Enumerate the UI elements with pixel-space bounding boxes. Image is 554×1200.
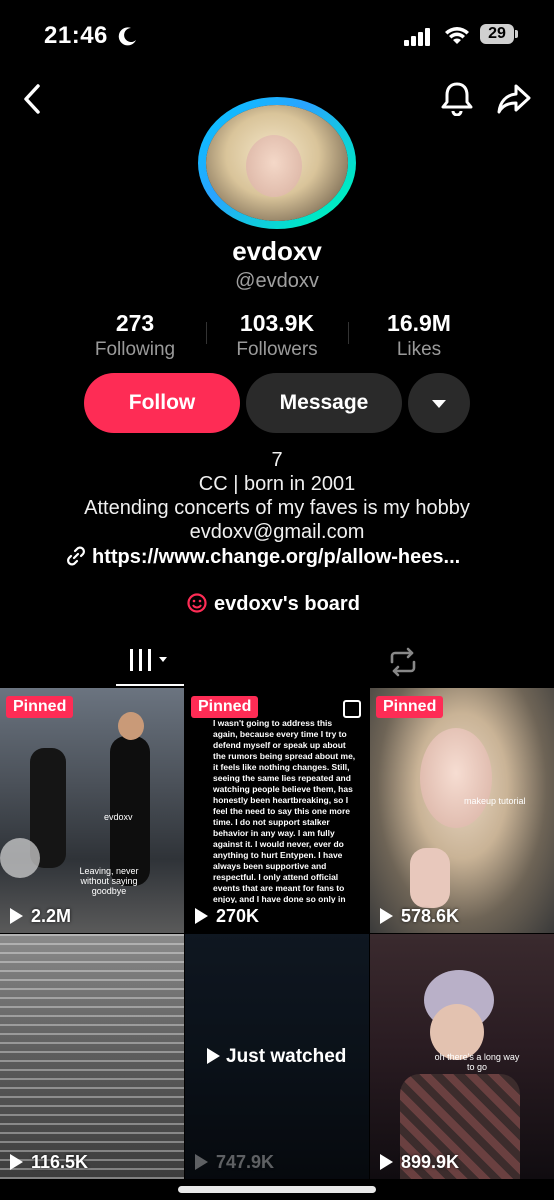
avatar-photo [206, 105, 348, 221]
pinned-badge: Pinned [6, 696, 74, 718]
stat-followers[interactable]: 103.9K Followers [202, 310, 352, 361]
play-icon [380, 908, 393, 924]
photo-carousel-icon [343, 700, 361, 718]
stat-label: Following [94, 339, 176, 360]
cellular-signal-icon [404, 28, 430, 46]
stat-label: Followers [236, 339, 318, 360]
view-count: 899.9K [380, 1152, 459, 1173]
bio-line: 7 [271, 449, 283, 471]
tab-indicator [116, 684, 184, 686]
more-options-button[interactable] [408, 373, 470, 433]
play-icon [380, 1154, 393, 1170]
chevron-down-icon [432, 400, 446, 408]
battery-tip [515, 30, 518, 38]
board-text: evdoxv's board [214, 593, 360, 615]
share-icon[interactable] [496, 82, 532, 116]
stat-likes[interactable]: 16.9M Likes [344, 310, 494, 361]
video-thumbnail[interactable]: Pinned evdoxv Leaving, never without say… [0, 688, 184, 933]
play-icon [195, 1154, 208, 1170]
play-icon [10, 1154, 23, 1170]
video-thumbnail[interactable]: Pinned I wasn't going to address this ag… [185, 688, 369, 933]
bio-line: Attending concerts of my faves is my hob… [84, 497, 470, 519]
view-count: 578.6K [380, 906, 459, 927]
bio-line: CC | born in 2001 [198, 473, 356, 495]
message-button[interactable]: Message [246, 373, 402, 433]
moon-icon [118, 27, 136, 46]
video-thumbnail[interactable]: 116.5K [0, 934, 184, 1179]
home-indicator [178, 1186, 376, 1193]
play-icon [10, 908, 23, 924]
wifi-icon [445, 27, 469, 44]
back-icon[interactable] [18, 82, 46, 116]
stat-following[interactable]: 273 Following [60, 310, 210, 361]
link-icon [67, 546, 85, 566]
view-count: 747.9K [195, 1152, 274, 1173]
bio-line: evdoxv@gmail.com [189, 521, 365, 543]
view-count: 2.2M [10, 906, 71, 927]
view-count: 116.5K [10, 1152, 88, 1173]
pinned-badge: Pinned [376, 696, 444, 718]
follow-button[interactable]: Follow [84, 373, 240, 433]
view-count: 270K [195, 906, 259, 927]
stat-value: 103.9K [239, 310, 315, 336]
stat-value: 273 [115, 310, 155, 336]
tab-videos[interactable] [116, 640, 184, 686]
video-thumbnail[interactable]: Pinned makeup tutorial 578.6K [370, 688, 554, 933]
board-icon [187, 593, 207, 613]
video-caption: oh there's a long way to go [434, 1052, 520, 1072]
repost-icon[interactable] [386, 646, 420, 678]
stat-value: 16.9M [387, 310, 451, 336]
pinned-badge: Pinned [191, 696, 259, 718]
play-icon [195, 908, 208, 924]
just-watched-badge: Just watched [207, 1046, 346, 1068]
avatar[interactable] [198, 97, 356, 229]
video-caption: makeup tutorial [464, 796, 526, 806]
video-thumbnail[interactable]: oh there's a long way to go 899.9K [370, 934, 554, 1179]
video-caption: Leaving, never without saying goodbye [79, 866, 139, 896]
bio-link[interactable]: https://www.change.org/p/allow-hees... [66, 546, 460, 569]
battery-indicator: 29 [480, 24, 514, 44]
stat-label: Likes [396, 339, 442, 360]
board-link[interactable]: evdoxv's board [186, 592, 360, 616]
video-thumbnail[interactable]: Just watched 747.9K [185, 934, 369, 1179]
bell-icon[interactable] [440, 80, 474, 116]
link-text: https://www.change.org/p/allow-hees... [92, 546, 461, 568]
play-icon [207, 1048, 220, 1064]
username: @evdoxv [235, 270, 319, 292]
status-bar: 21:46 29 [0, 0, 554, 70]
content-tabs [0, 640, 554, 688]
display-name: evdoxv [232, 236, 322, 266]
video-text-overlay: I wasn't going to address this again, be… [213, 718, 356, 903]
video-caption: evdoxv [104, 812, 133, 822]
status-time: 21:46 [44, 22, 108, 49]
